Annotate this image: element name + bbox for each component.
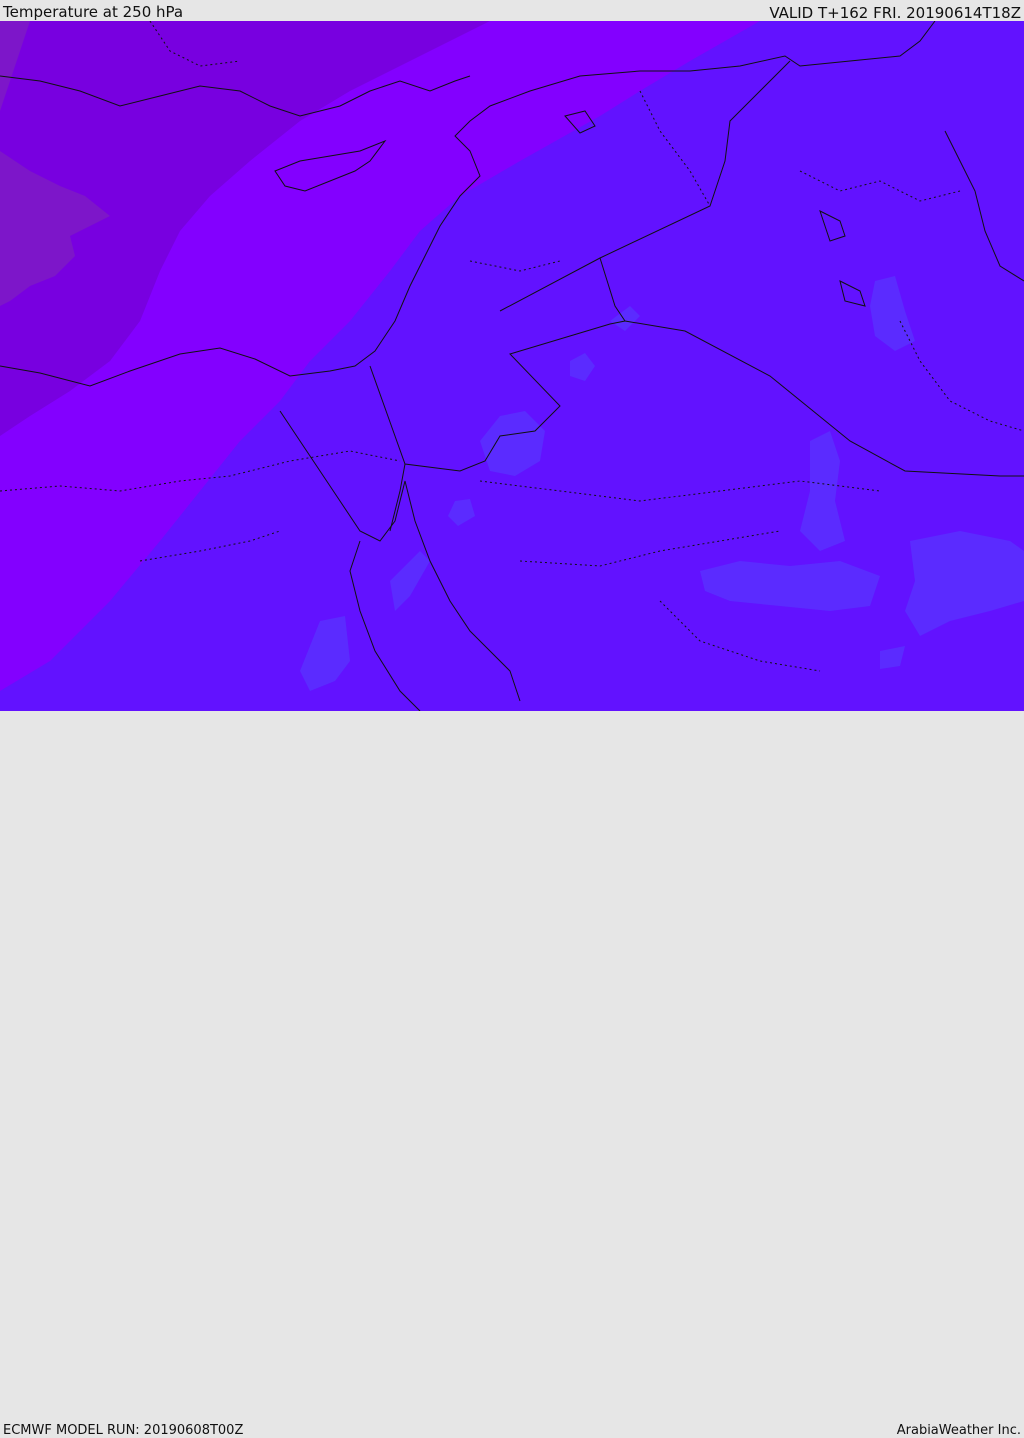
valid-time: VALID T+162 FRI. 20190614T18Z — [769, 4, 1021, 22]
header-bar: Temperature at 250 hPa VALID T+162 FRI. … — [0, 0, 1024, 21]
temperature-map — [0, 21, 1024, 711]
map-title: Temperature at 250 hPa — [3, 3, 184, 21]
model-run: ECMWF MODEL RUN: 20190608T00Z — [3, 1423, 244, 1438]
credit: ArabiaWeather Inc. — [896, 1423, 1021, 1438]
footer-bar: ECMWF MODEL RUN: 20190608T00Z ArabiaWeat… — [0, 711, 1024, 1437]
